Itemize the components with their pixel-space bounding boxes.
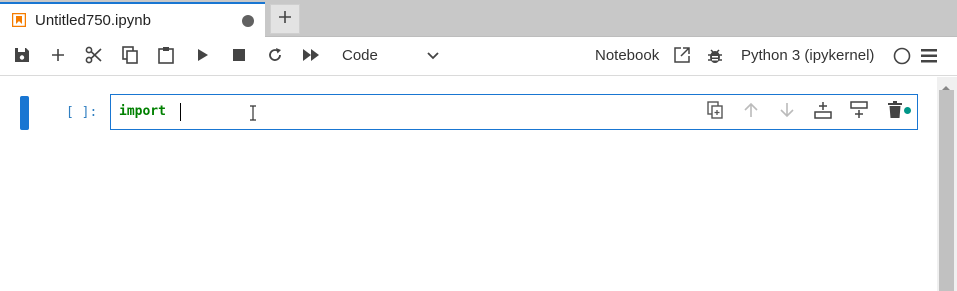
- copy-icon: [122, 45, 138, 69]
- kernel-name[interactable]: Python 3 (ipykernel): [741, 47, 874, 64]
- cell-type-select[interactable]: Code: [336, 43, 446, 69]
- restart-button[interactable]: [263, 45, 287, 69]
- cell-collapser[interactable]: [20, 96, 29, 130]
- run-icon: [197, 48, 209, 67]
- cut-button[interactable]: [82, 45, 106, 69]
- code-text[interactable]: import: [119, 104, 166, 119]
- ibeam-cursor-icon: [249, 105, 257, 126]
- save-icon: [14, 47, 30, 68]
- run-button[interactable]: [191, 45, 215, 69]
- chevron-down-icon: [426, 48, 440, 67]
- insert-cell-icon: [51, 48, 65, 67]
- cell-type-label: Code: [342, 47, 378, 64]
- delete-icon: [888, 100, 902, 124]
- text-caret: [180, 103, 181, 121]
- move-up-icon: [744, 102, 758, 123]
- tab-bar: Untitled750.ipynb: [0, 0, 957, 37]
- save-button[interactable]: [10, 45, 34, 69]
- hamburger-icon[interactable]: [921, 49, 937, 68]
- debugger-icon[interactable]: [706, 47, 724, 70]
- stop-button[interactable]: [227, 45, 251, 69]
- insert-above-icon: [814, 101, 832, 124]
- copy-button[interactable]: [118, 45, 142, 69]
- insert-below-button[interactable]: [848, 100, 870, 124]
- insert-cell-button[interactable]: [46, 45, 70, 69]
- new-tab-button[interactable]: [270, 4, 300, 34]
- notebook-panel[interactable]: [ ]: import: [0, 77, 957, 291]
- notebook-icon: [11, 12, 27, 28]
- run-all-button[interactable]: [299, 45, 323, 69]
- notebook-toolbar: Code Notebook Python 3 (ipykernel): [0, 37, 957, 76]
- move-down-icon: [780, 102, 794, 123]
- cell-prompt: [ ]:: [66, 105, 98, 120]
- paste-button[interactable]: [154, 45, 178, 69]
- open-notebook-link[interactable]: Notebook: [595, 47, 659, 64]
- code-cell-editor[interactable]: import: [110, 94, 918, 130]
- scrollbar-thumb[interactable]: [939, 90, 954, 291]
- kernel-status-icon: [893, 47, 911, 70]
- cut-icon: [85, 46, 103, 69]
- stop-icon: [233, 48, 245, 66]
- duplicate-icon: [707, 100, 723, 124]
- notebook-tab[interactable]: Untitled750.ipynb: [0, 2, 265, 37]
- duplicate-cell-button[interactable]: [704, 100, 726, 124]
- run-all-icon: [303, 48, 319, 66]
- paste-icon: [158, 46, 174, 69]
- cell-status-dot-icon: [904, 107, 911, 114]
- insert-below-icon: [850, 100, 868, 124]
- plus-icon: [278, 10, 292, 29]
- restart-icon: [267, 47, 283, 68]
- external-link-icon[interactable]: [673, 46, 691, 69]
- insert-above-button[interactable]: [812, 101, 834, 123]
- tab-title: Untitled750.ipynb: [35, 12, 151, 29]
- move-down-button[interactable]: [776, 101, 798, 123]
- delete-cell-button[interactable]: [884, 100, 906, 124]
- move-up-button[interactable]: [740, 101, 762, 123]
- unsaved-indicator-icon[interactable]: [242, 15, 254, 27]
